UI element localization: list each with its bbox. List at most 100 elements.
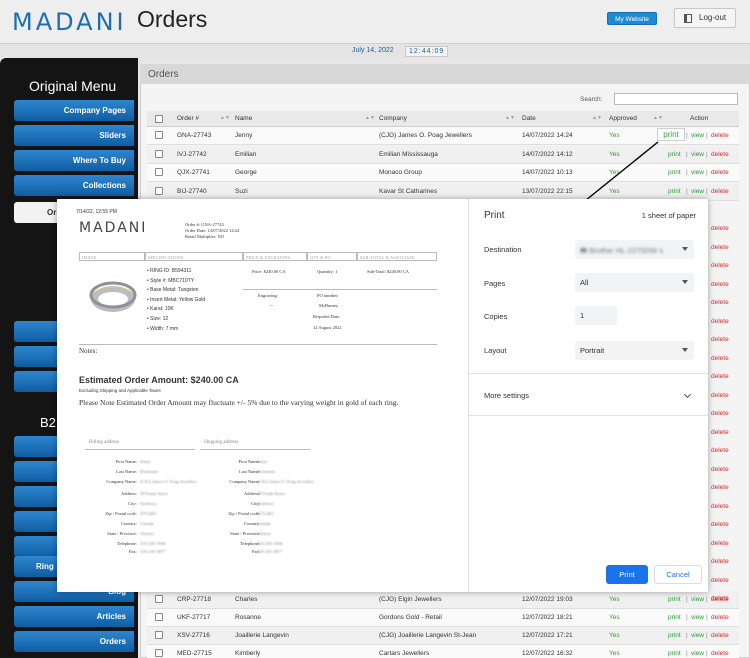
view-link[interactable]: view: [691, 188, 704, 195]
print-link[interactable]: print: [668, 596, 681, 603]
row-checkbox[interactable]: [155, 595, 163, 603]
delete-link[interactable]: delete: [711, 373, 729, 380]
sidebar-item-sliders[interactable]: Sliders: [14, 125, 134, 146]
delete-link[interactable]: delete: [711, 132, 729, 139]
delete-link[interactable]: delete: [711, 466, 729, 473]
print-button[interactable]: Print: [606, 565, 648, 584]
pages-select[interactable]: All: [575, 273, 694, 292]
address-value: N7G2R3: [257, 511, 274, 516]
print-link[interactable]: print: [668, 169, 681, 176]
sidebar-item-collections[interactable]: Collections: [14, 175, 134, 196]
table-row[interactable]: CRP-27718 Charles (CJG) Elgin Jewellers 12/…: [147, 591, 739, 609]
row-checkbox[interactable]: [155, 613, 163, 621]
delete-link[interactable]: delete: [711, 650, 729, 657]
delete-link[interactable]: delete: [711, 281, 729, 288]
delete-link[interactable]: delete: [711, 262, 729, 269]
delete-link[interactable]: delete: [711, 355, 729, 362]
layout-select[interactable]: Portrait: [575, 341, 694, 360]
table-row[interactable]: GNA-27743 Jenny (CJG) James O. Poag Jewell…: [147, 127, 739, 145]
madani-logo[interactable]: MADANI: [12, 8, 127, 36]
view-link[interactable]: view: [691, 632, 704, 639]
view-link[interactable]: view: [691, 169, 704, 176]
delete-link[interactable]: delete: [711, 577, 729, 584]
chevron-down-icon[interactable]: [683, 390, 692, 399]
delete-link[interactable]: delete: [711, 336, 729, 343]
sort-icon[interactable]: ▲▼: [365, 115, 375, 121]
preview-date: 7/14/22, 12:55 PM: [76, 209, 117, 215]
approved-status: Yes: [609, 187, 620, 195]
table-row[interactable]: IVJ-27742 Emilian Emilian Mississauga 14/07…: [147, 145, 739, 164]
print-link[interactable]: print: [668, 151, 681, 158]
search-input[interactable]: [614, 93, 738, 105]
sort-icon[interactable]: ▲▼: [653, 115, 663, 121]
delete-link[interactable]: delete: [711, 392, 729, 399]
my-website-button[interactable]: My Website: [607, 12, 657, 25]
table-row[interactable]: BIJ-27740 Suzi Kavar St Catharines 13/07/20…: [147, 182, 739, 201]
view-link[interactable]: view: [691, 596, 704, 603]
delete-link[interactable]: delete: [711, 595, 729, 602]
col-approved[interactable]: Approved: [609, 115, 637, 122]
copies-input[interactable]: 1: [575, 306, 617, 325]
view-link[interactable]: view: [691, 650, 704, 657]
sidebar-item-company-pages[interactable]: Company Pages: [14, 100, 134, 121]
row-checkbox[interactable]: [155, 631, 163, 639]
view-link[interactable]: view: [691, 614, 704, 621]
sidebar-item-orders[interactable]: Orders: [14, 631, 134, 652]
delete-link[interactable]: delete: [711, 225, 729, 232]
col-company[interactable]: Company: [379, 115, 407, 122]
sort-icon[interactable]: ▲▼: [505, 115, 515, 121]
company-name: Cartars Jewellers: [379, 650, 430, 657]
sidebar-item-articles[interactable]: Articles: [14, 606, 134, 627]
sort-icon[interactable]: ▲▼: [592, 115, 602, 121]
delete-link[interactable]: delete: [711, 558, 729, 565]
col-date[interactable]: Date: [522, 115, 536, 122]
delete-link[interactable]: delete: [711, 614, 729, 621]
delete-link[interactable]: delete: [711, 151, 729, 158]
logout-button[interactable]: Log-out: [674, 8, 736, 28]
print-link[interactable]: print: [668, 632, 681, 639]
table-row[interactable]: MED-27715 Kimberly Cartars Jewellers 12/07/…: [147, 645, 739, 658]
cancel-button[interactable]: Cancel: [654, 565, 702, 584]
delete-link[interactable]: delete: [711, 540, 729, 547]
destination-select[interactable]: 🖶 Brother HL-2270DW s: [575, 240, 694, 259]
print-link[interactable]: print: [668, 188, 681, 195]
select-all-checkbox[interactable]: [155, 115, 163, 123]
ring-image: [89, 281, 137, 312]
address-label: Last Name:: [116, 469, 137, 474]
delete-link[interactable]: delete: [711, 521, 729, 528]
col-name[interactable]: Name: [235, 115, 252, 122]
table-row[interactable]: UKF-27717 Rosanne Gordons Gold - Retail 12/…: [147, 609, 739, 627]
more-settings-toggle[interactable]: More settings: [484, 391, 529, 400]
view-link[interactable]: view: [691, 151, 704, 158]
preview-logo: MADANI: [79, 220, 148, 236]
sidebar-item-where-to-buy[interactable]: Where To Buy: [14, 150, 134, 171]
print-link-highlight[interactable]: print: [657, 128, 685, 141]
delete-link[interactable]: delete: [711, 318, 729, 325]
row-checkbox[interactable]: [155, 168, 163, 176]
delete-link[interactable]: delete: [711, 429, 729, 436]
delete-link[interactable]: delete: [711, 188, 729, 195]
delete-link[interactable]: delete: [711, 410, 729, 417]
delete-link[interactable]: delete: [711, 447, 729, 454]
delete-link[interactable]: delete: [711, 169, 729, 176]
delete-link[interactable]: delete: [711, 632, 729, 639]
address-value: Jenny: [257, 459, 268, 464]
row-checkbox[interactable]: [155, 149, 163, 158]
delete-link[interactable]: delete: [711, 299, 729, 306]
sort-icon[interactable]: ▲▼: [220, 115, 230, 121]
delete-link[interactable]: delete: [711, 484, 729, 491]
customer-name: Rosanne: [235, 614, 262, 621]
print-link[interactable]: print: [668, 614, 681, 621]
row-checkbox[interactable]: [155, 649, 163, 657]
view-link[interactable]: view: [691, 132, 704, 139]
table-row[interactable]: XSV-27716 Joaillerie Langevin (CJG) Joaill…: [147, 627, 739, 645]
delete-link[interactable]: delete: [711, 503, 729, 510]
delete-link[interactable]: delete: [711, 244, 729, 251]
preview-divider: [243, 289, 437, 290]
table-row[interactable]: QJX-27741 George Monaco Group 14/07/2022 10…: [147, 164, 739, 182]
row-checkbox[interactable]: [155, 131, 163, 139]
col-order[interactable]: Order #: [177, 115, 199, 122]
row-checkbox[interactable]: [155, 186, 163, 195]
print-link[interactable]: print: [668, 650, 681, 657]
table-header: Order # ▲▼ Name ▲▼ Company ▲▼ Date ▲▼ Ap…: [147, 111, 739, 127]
